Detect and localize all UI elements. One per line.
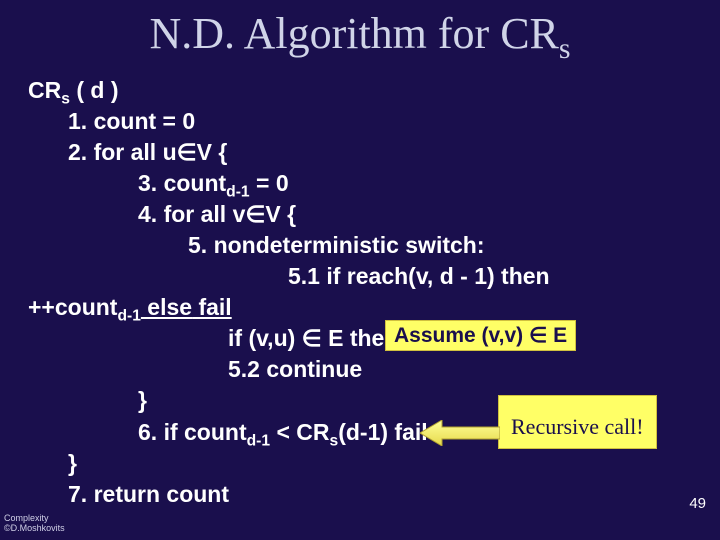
- l11c: (d-1) fail: [338, 419, 427, 445]
- l11sub2: s: [330, 432, 339, 449]
- l3sub: d-1: [226, 184, 249, 201]
- callout-recursive: Recursive call!: [498, 395, 657, 449]
- line-5-1: 5.1 if reach(v, d - 1) then: [28, 261, 700, 292]
- footer: Complexity ©D.Moshkovits: [4, 514, 65, 534]
- l7else: else: [141, 294, 192, 320]
- line-3: 3. countd-1 = 0: [28, 168, 700, 199]
- l11b: < CR: [270, 419, 329, 445]
- slide-title: N.D. Algorithm for CRs: [20, 8, 700, 59]
- title-text: N.D. Algorithm for CR: [149, 9, 558, 58]
- line-close-outer: }: [28, 448, 700, 479]
- l8a: if (v,u) ∈ E: [228, 325, 350, 351]
- line-4: 4. for all v∈V {: [28, 199, 700, 230]
- slide: N.D. Algorithm for CRs CRs ( d ) 1. coun…: [0, 0, 720, 540]
- line-5-1c: if (v,u) ∈ E then ++count; break: [28, 323, 700, 354]
- page-number: 49: [689, 495, 706, 512]
- sig-a: CR: [28, 77, 61, 103]
- l7sub: d-1: [117, 308, 140, 325]
- line-7: 7. return count: [28, 479, 700, 510]
- line-5: 5. nondeterministic switch:: [28, 230, 700, 261]
- footer-copyright: ©D.Moshkovits: [4, 524, 65, 534]
- title-sub: s: [559, 32, 571, 65]
- l3a: 3. count: [138, 170, 226, 196]
- line-1: 1. count = 0: [28, 106, 700, 137]
- callout-assume: Assume (v,v) ∈ E: [385, 320, 576, 351]
- sig-sub: s: [61, 91, 70, 108]
- l3b: = 0: [250, 170, 289, 196]
- line-5-1b: ++countd-1 else fail: [28, 292, 700, 323]
- l11sub: d-1: [247, 432, 270, 449]
- arrow-icon: [420, 420, 500, 446]
- l11a: 6. if count: [138, 419, 247, 445]
- line-5-2: 5.2 continue: [28, 354, 700, 385]
- line-signature: CRs ( d ): [28, 75, 700, 106]
- sig-b: ( d ): [70, 77, 119, 103]
- l7a: ++count: [28, 294, 117, 320]
- l7fail: fail: [192, 294, 232, 320]
- line-2: 2. for all u∈V {: [28, 137, 700, 168]
